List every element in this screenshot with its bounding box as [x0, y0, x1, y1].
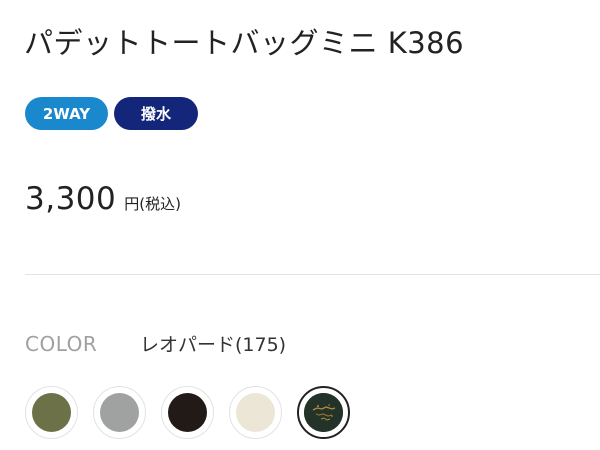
leopard-pattern-icon	[304, 393, 343, 432]
swatch-fill	[100, 393, 139, 432]
price-value: 3,300	[25, 181, 117, 217]
color-label: COLOR	[25, 331, 98, 356]
product-title: パデットトートバッグミニ K386	[24, 26, 465, 60]
color-swatch-leopard[interactable]	[297, 386, 350, 439]
divider	[25, 274, 600, 275]
color-swatch-black[interactable]	[161, 386, 214, 439]
leopard-base	[304, 393, 343, 432]
leopard-spot	[328, 404, 330, 406]
tag-2way: 2WAY	[25, 97, 108, 130]
color-swatches	[25, 386, 350, 439]
swatch-fill	[236, 393, 275, 432]
tag-water-repellent: 撥水	[114, 97, 198, 130]
price-unit: 円(税込)	[124, 195, 181, 213]
feature-tags: 2WAY 撥水	[25, 97, 198, 130]
swatch-fill	[32, 393, 71, 432]
color-swatch-gray[interactable]	[93, 386, 146, 439]
swatch-fill	[168, 393, 207, 432]
swatch-fill	[304, 393, 343, 432]
color-row: COLOR レオパード(175)	[25, 330, 286, 357]
price: 3,300 円(税込)	[25, 181, 181, 217]
color-swatch-ivory[interactable]	[229, 386, 282, 439]
selected-color-name: レオパード(175)	[140, 334, 287, 356]
leopard-spot	[317, 405, 319, 407]
leopard-spot	[331, 415, 333, 417]
color-swatch-olive[interactable]	[25, 386, 78, 439]
